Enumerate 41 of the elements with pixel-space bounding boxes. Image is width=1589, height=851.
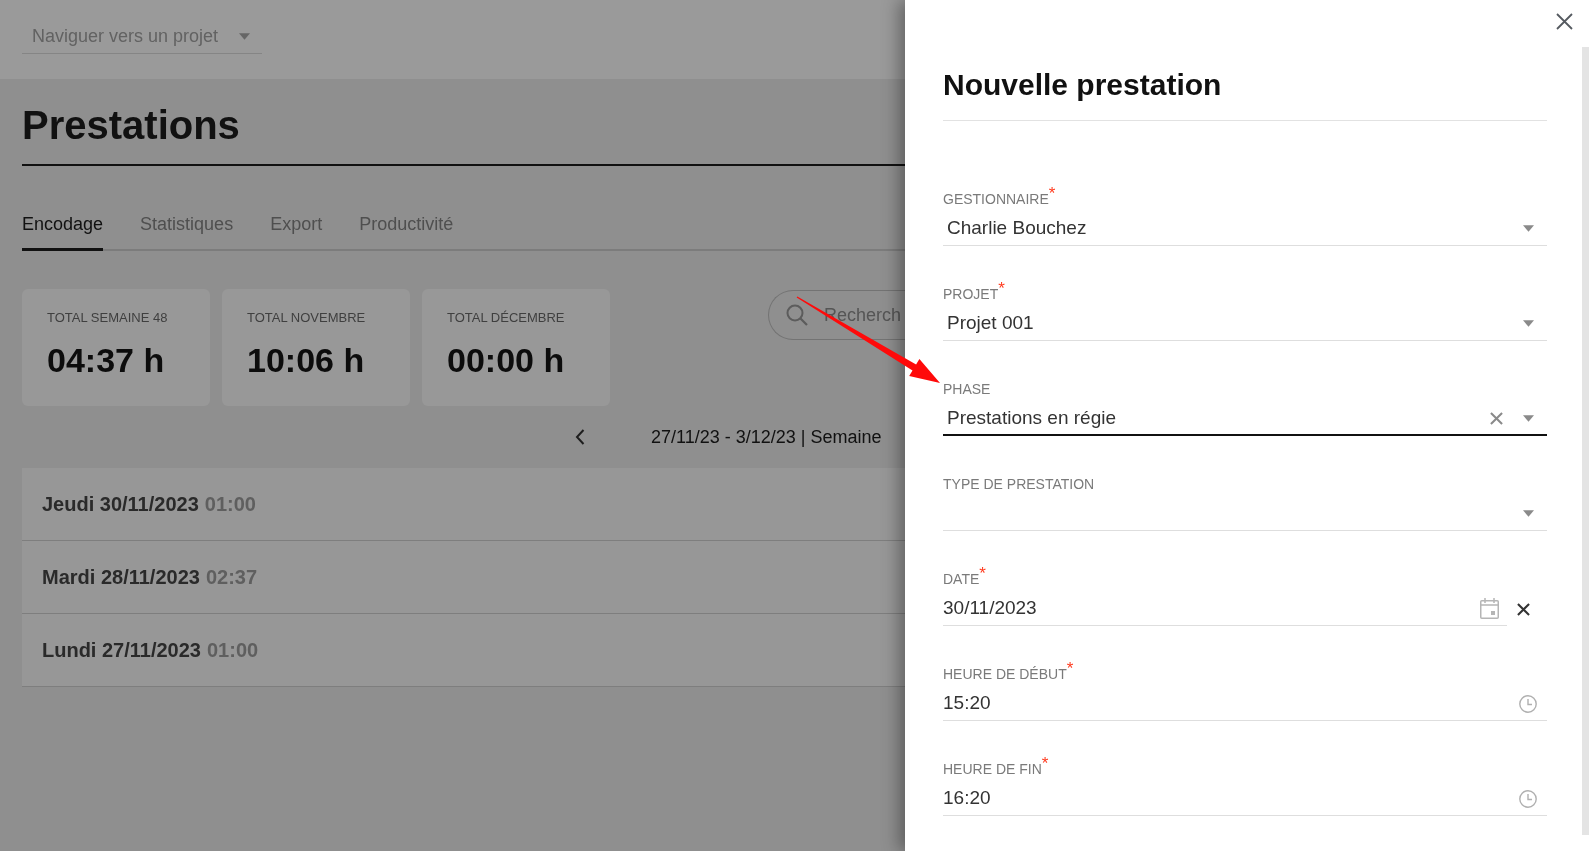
day-label: Lundi 27/11/2023: [42, 638, 201, 663]
select-field[interactable]: Prestations en régie: [943, 402, 1547, 436]
day-row[interactable]: Jeudi 30/11/2023 01:00: [22, 468, 905, 541]
select-field[interactable]: Charlie Bouchez: [943, 212, 1547, 246]
cross-icon[interactable]: [1517, 602, 1530, 616]
caret-icon: [239, 33, 250, 40]
clock-icon[interactable]: [1519, 694, 1537, 713]
total-value: 04:37 h: [47, 340, 166, 380]
day-label: Mardi 28/11/2023: [42, 565, 200, 590]
close-icon[interactable]: [1556, 13, 1573, 30]
field-label: TYPE DE PRESTATION: [943, 475, 1095, 493]
week-range: 27/11/23 - 3/12/23 | Semaine: [651, 425, 882, 449]
caret-icon: [1523, 510, 1534, 517]
day-duration: 02:37: [205, 565, 258, 590]
day-label: Jeudi 30/11/2023: [42, 492, 199, 517]
caret-icon: [1523, 414, 1534, 422]
total-label: TOTAL SEMAINE 48: [47, 310, 169, 326]
search-field[interactable]: Recherch: [768, 290, 905, 340]
day-row[interactable]: Lundi 27/11/2023 01:00: [22, 614, 905, 687]
tab[interactable]: Encodage: [22, 212, 104, 251]
calendar-icon[interactable]: [1480, 598, 1499, 619]
clock-icon[interactable]: [1519, 789, 1537, 808]
day-row[interactable]: Mardi 28/11/2023 02:37: [22, 541, 905, 614]
date-field[interactable]: 30/11/2023: [943, 592, 1507, 626]
total-label: TOTAL NOVEMBRE: [247, 310, 367, 326]
field-label: PHASE: [943, 380, 991, 398]
time-field[interactable]: 15:20: [943, 687, 1547, 721]
total-value: 00:00 h: [447, 340, 566, 380]
caret-icon: [1523, 320, 1534, 327]
caret-icon: [1523, 225, 1534, 232]
total-value: 10:06 h: [247, 340, 366, 380]
day-duration: 01:00: [207, 638, 259, 663]
page-title: Prestations: [22, 101, 905, 166]
day-duration: 01:00: [204, 492, 256, 517]
chevron-left-icon[interactable]: [575, 429, 585, 445]
panel-title: Nouvelle prestation: [943, 65, 1547, 121]
search-icon: [786, 304, 808, 326]
total-label: TOTAL DÉCEMBRE: [447, 310, 566, 326]
select-field[interactable]: Projet 001: [943, 307, 1547, 341]
time-field[interactable]: 16:20: [943, 782, 1547, 816]
scrollbar[interactable]: [1582, 47, 1589, 835]
